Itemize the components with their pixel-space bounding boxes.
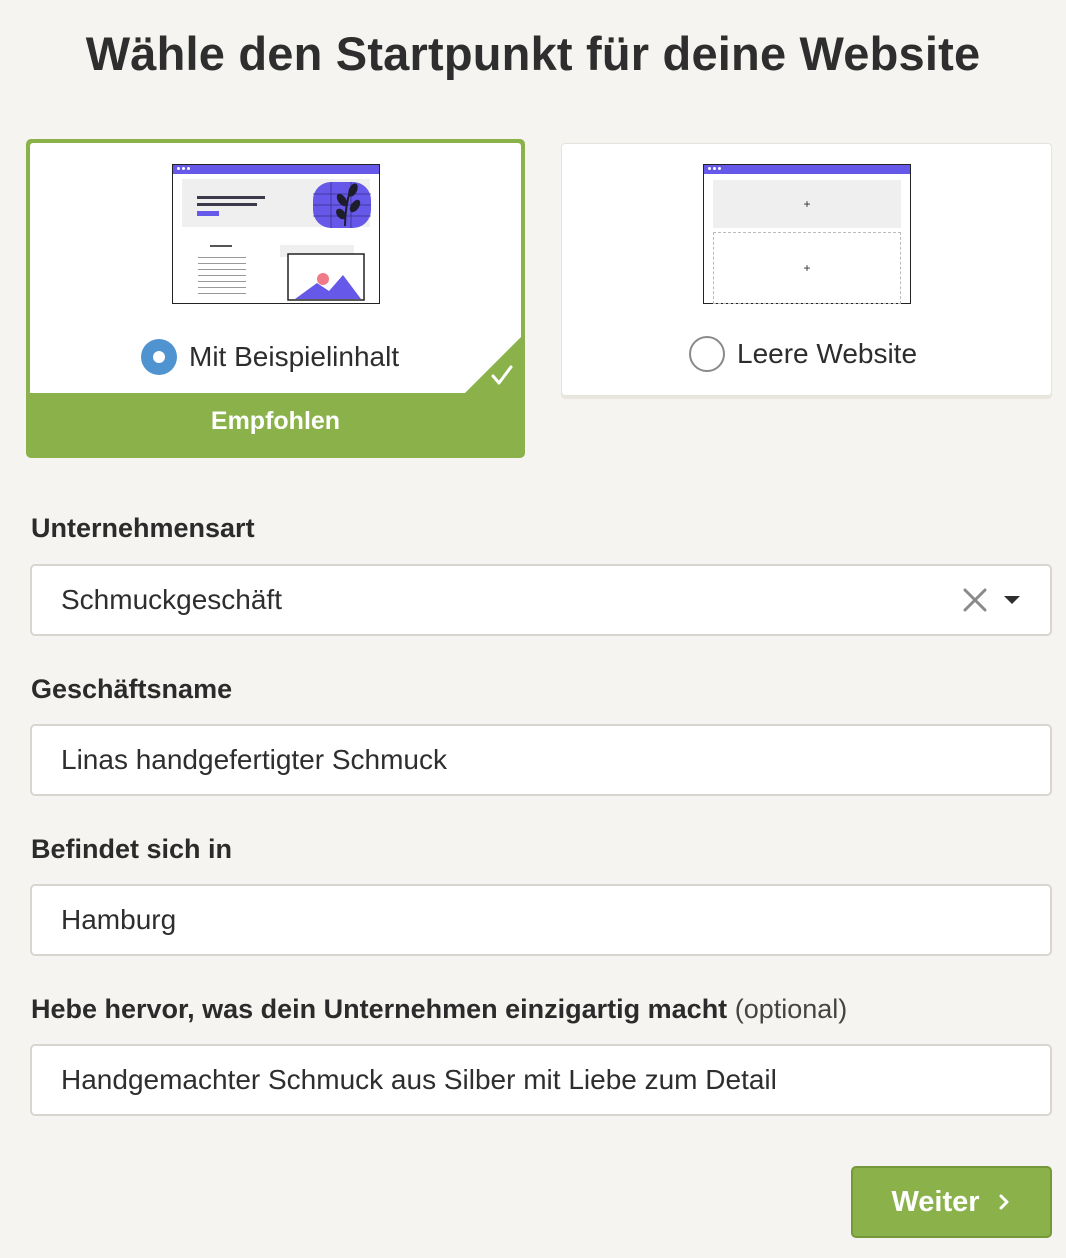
clear-icon[interactable] bbox=[962, 587, 988, 613]
radio-selected-icon[interactable] bbox=[141, 339, 177, 375]
option-blank-radio-row[interactable]: Leere Website bbox=[689, 336, 917, 372]
location-label: Befindet sich in bbox=[31, 834, 233, 864]
business-name-value: Linas handgefertigter Schmuck bbox=[61, 744, 447, 775]
page-title: Wähle den Startpunkt für deine Website bbox=[85, 27, 981, 80]
chevron-right-icon bbox=[999, 1194, 1009, 1210]
option-card-sample-content[interactable]: Mit Beispielinhalt Empfohlen bbox=[26, 139, 525, 458]
thumb-plus: + bbox=[803, 197, 811, 211]
next-button-label: Weiter bbox=[891, 1185, 980, 1218]
business-name-label: Geschäftsname bbox=[31, 674, 233, 704]
recommended-badge: Empfohlen bbox=[210, 407, 341, 435]
thumb-plus: + bbox=[803, 261, 811, 275]
location-value: Hamburg bbox=[61, 904, 177, 935]
highlight-label: Hebe hervor, was dein Unternehmen einzig… bbox=[31, 994, 847, 1025]
business-name-input[interactable]: Linas handgefertigter Schmuck bbox=[30, 724, 1052, 796]
option-card-blank-website[interactable]: + + Leere Website bbox=[561, 143, 1052, 396]
business-type-label: Unternehmensart bbox=[31, 513, 255, 543]
sample-site-thumbnail bbox=[172, 164, 380, 304]
optional-hint: (optional) bbox=[734, 994, 848, 1024]
highlight-value: Handgemachter Schmuck aus Silber mit Lie… bbox=[61, 1064, 777, 1095]
option-label: Mit Beispielinhalt bbox=[189, 341, 400, 372]
highlight-label-text: Hebe hervor, was dein Unternehmen einzig… bbox=[31, 994, 728, 1024]
business-type-value: Schmuckgeschäft bbox=[61, 584, 282, 615]
blank-site-thumbnail: + + bbox=[703, 164, 911, 304]
business-type-select[interactable]: Schmuckgeschäft bbox=[30, 564, 1052, 636]
option-label: Leere Website bbox=[737, 338, 918, 369]
option-sample-content-radio-row[interactable]: Mit Beispielinhalt bbox=[141, 339, 399, 375]
location-input[interactable]: Hamburg bbox=[30, 884, 1052, 956]
checkmark-icon bbox=[491, 365, 513, 385]
next-button[interactable]: Weiter bbox=[851, 1166, 1052, 1238]
caret-down-icon[interactable] bbox=[1004, 596, 1020, 604]
highlight-input[interactable]: Handgemachter Schmuck aus Silber mit Lie… bbox=[30, 1044, 1052, 1116]
option-card-body: Mit Beispielinhalt bbox=[30, 143, 521, 393]
radio-empty-icon[interactable] bbox=[689, 336, 725, 372]
